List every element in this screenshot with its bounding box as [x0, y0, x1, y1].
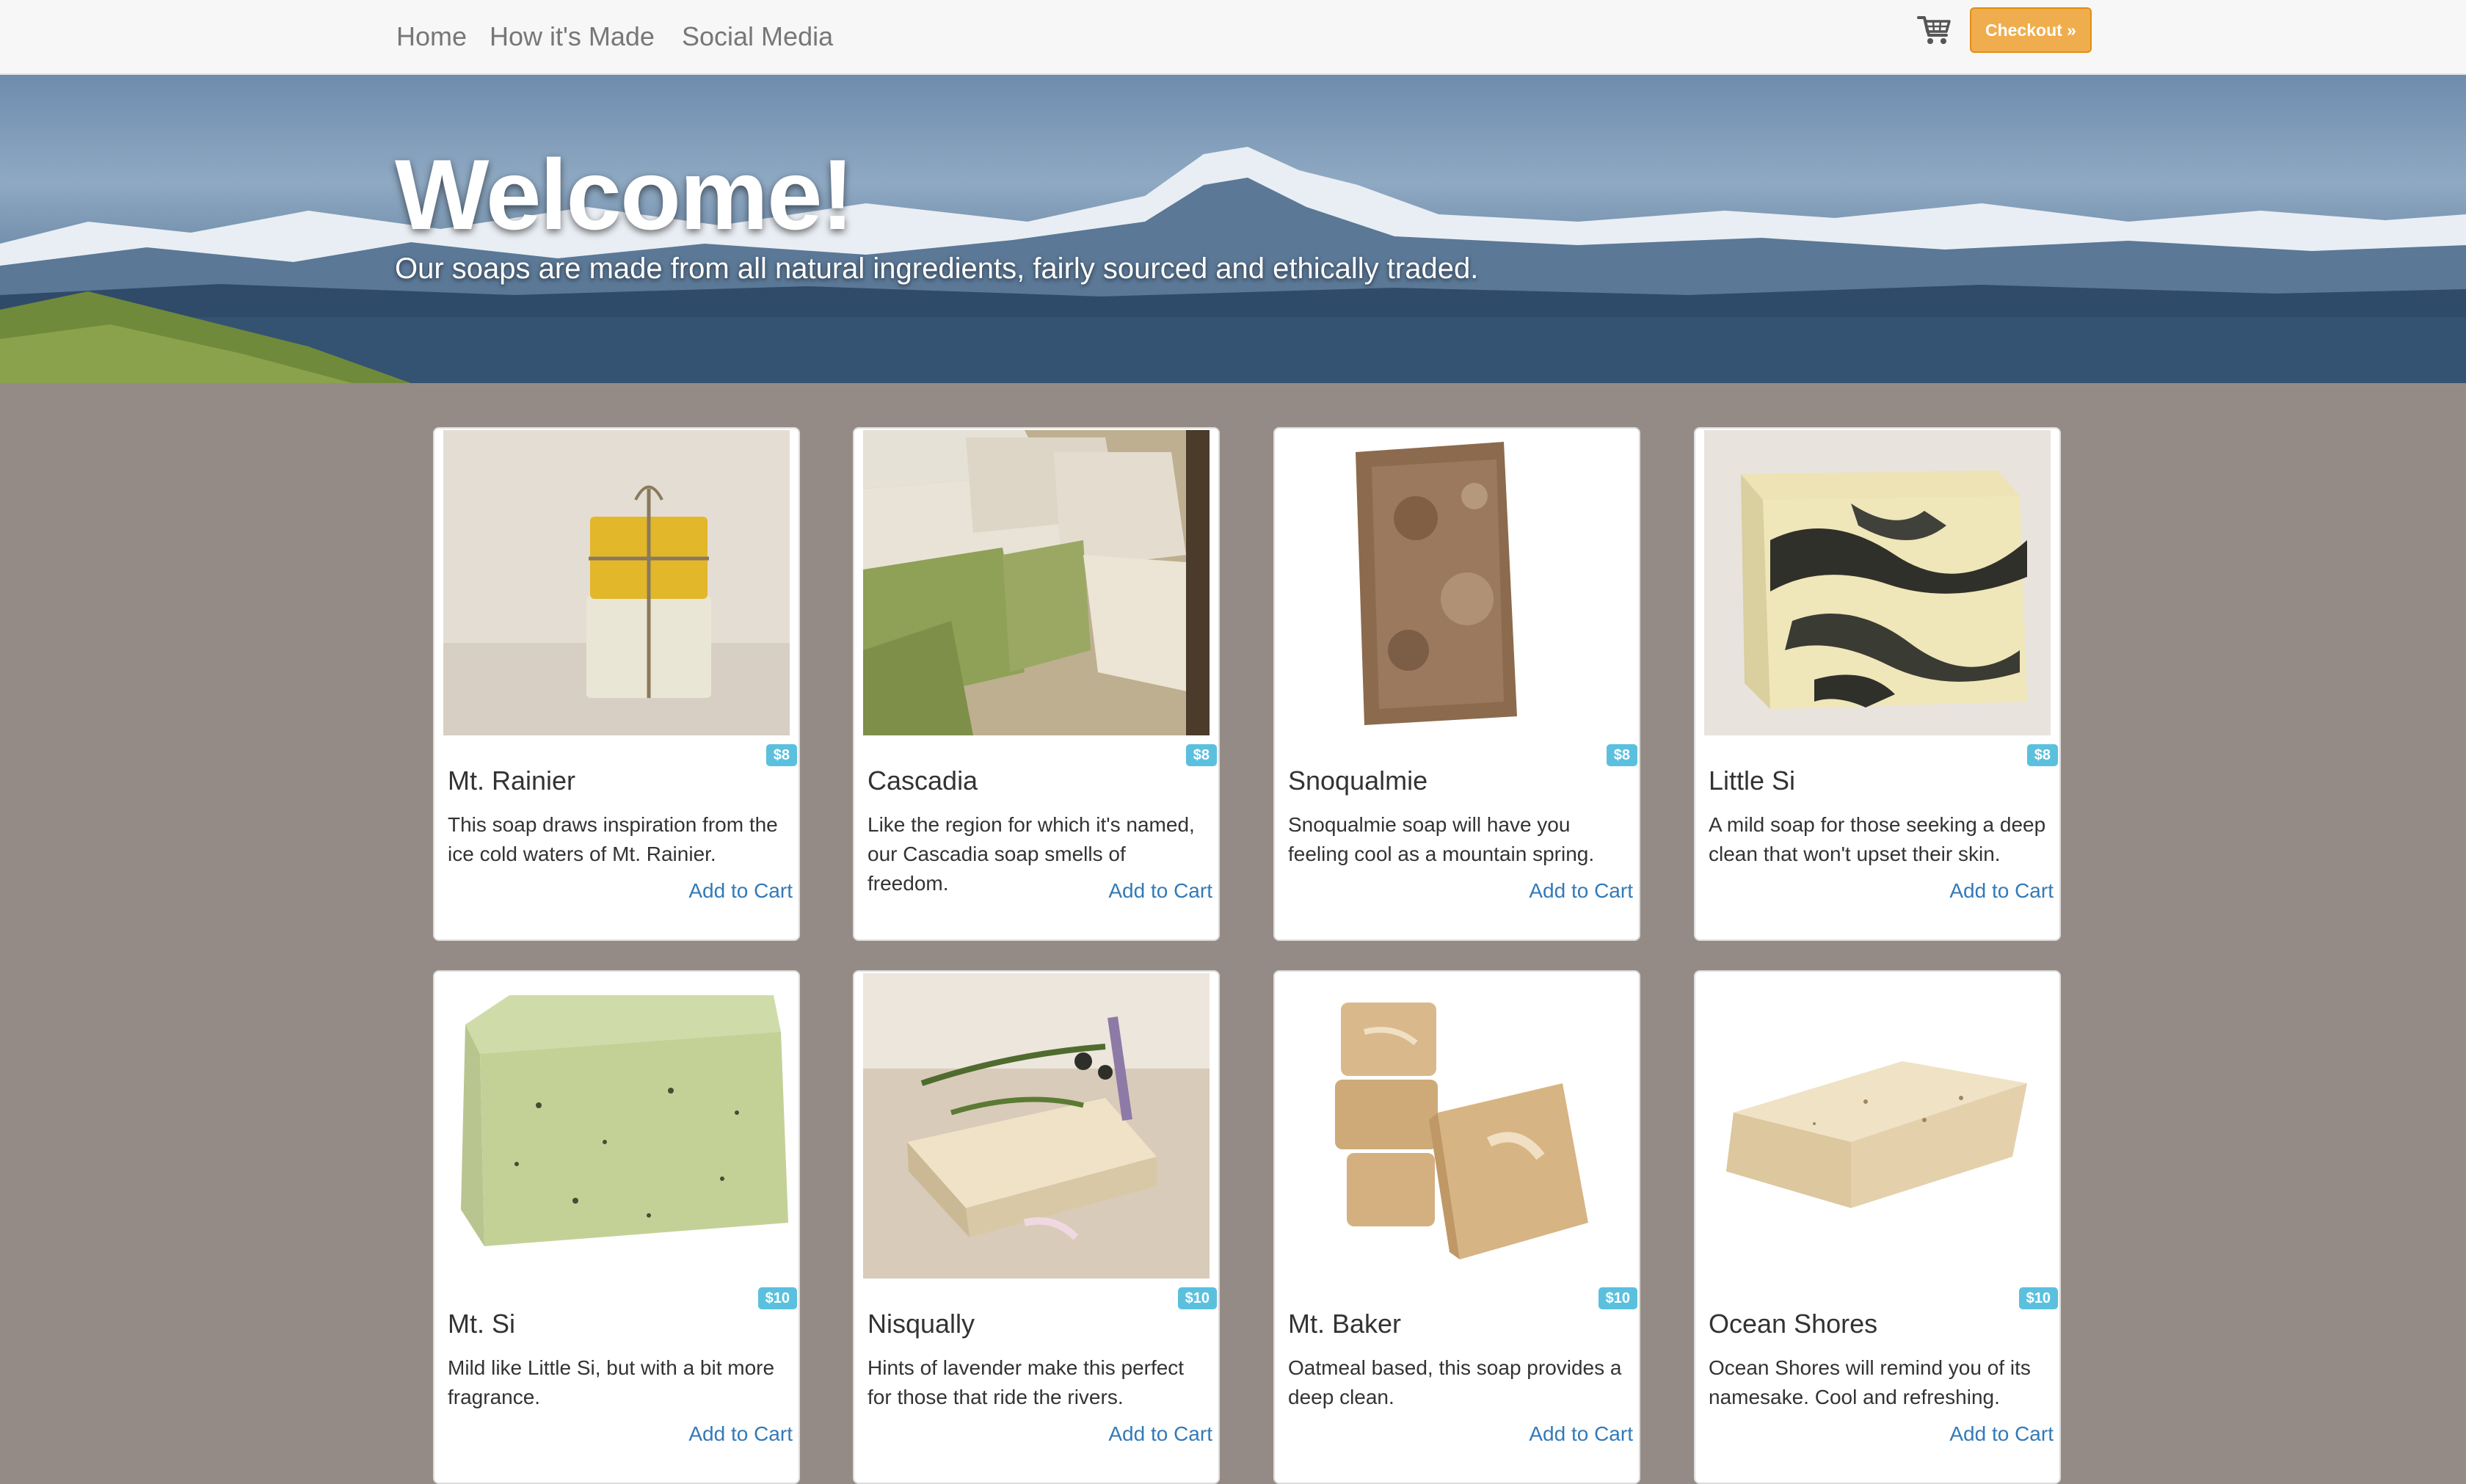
product-image [863, 973, 1210, 1279]
product-image [1284, 430, 1630, 735]
mountain-landscape-image [0, 147, 2466, 383]
hero-subtitle: Our soaps are made from all natural ingr… [395, 252, 1479, 285]
product-image [1704, 430, 2051, 735]
product-card-mt-si: $10 Mt. Si Mild like Little Si, but with… [433, 970, 800, 1484]
product-title: Cascadia [868, 765, 978, 796]
add-to-cart-link[interactable]: Add to Cart [1108, 1419, 1212, 1449]
add-to-cart-link[interactable]: Add to Cart [1529, 1419, 1633, 1449]
nav-link-social-media[interactable]: Social Media [682, 21, 833, 53]
product-title: Ocean Shores [1709, 1309, 1878, 1339]
product-image [1704, 973, 2051, 1279]
hero-banner: Welcome! Our soaps are made from all nat… [0, 75, 2466, 383]
product-card-snoqualmie: $8 Snoqualmie Snoqualmie soap will have … [1273, 427, 1640, 941]
price-badge: $10 [757, 1287, 797, 1309]
product-description: This soap draws inspiration from the ice… [448, 813, 778, 865]
product-title: Little Si [1709, 765, 1796, 796]
product-image [863, 430, 1210, 735]
price-badge: $8 [1606, 744, 1637, 766]
price-badge: $10 [2018, 1287, 2058, 1309]
price-badge: $10 [1598, 1287, 1637, 1309]
product-image [1284, 973, 1630, 1279]
price-badge: $10 [1177, 1287, 1217, 1309]
product-description: Hints of lavender make this perfect for … [868, 1356, 1185, 1408]
product-title: Nisqually [868, 1309, 975, 1339]
add-to-cart-link[interactable]: Add to Cart [1949, 1419, 2054, 1449]
shopping-cart-icon[interactable] [1916, 10, 1954, 48]
product-image [443, 430, 790, 735]
add-to-cart-link[interactable]: Add to Cart [1949, 876, 2054, 906]
product-title: Mt. Rainier [448, 765, 576, 796]
add-to-cart-link[interactable]: Add to Cart [688, 1419, 793, 1449]
nav-link-how-its-made[interactable]: How it's Made [490, 21, 655, 53]
price-badge: $8 [2026, 744, 2058, 766]
nav-link-home[interactable]: Home [396, 21, 467, 53]
product-card-mt-rainier: $8 Mt. Rainier This soap draws inspirati… [433, 427, 800, 941]
product-description: Oatmeal based, this soap provides a deep… [1288, 1356, 1622, 1408]
product-title: Snoqualmie [1288, 765, 1428, 796]
product-description: A mild soap for those seeking a deep cle… [1709, 813, 2046, 865]
product-card-nisqually: $10 Nisqually Hints of lavender make thi… [853, 970, 1220, 1484]
product-title: Mt. Baker [1288, 1309, 1402, 1339]
product-title: Mt. Si [448, 1309, 516, 1339]
add-to-cart-link[interactable]: Add to Cart [1529, 876, 1633, 906]
product-card-mt-baker: $10 Mt. Baker Oatmeal based, this soap p… [1273, 970, 1640, 1484]
navbar: Home How it's Made Social Media Checkout… [0, 0, 2466, 75]
product-card-little-si: $8 Little Si A mild soap for those seeki… [1694, 427, 2061, 941]
product-image [443, 973, 790, 1279]
product-description: Ocean Shores will remind you of its name… [1709, 1356, 2031, 1408]
checkout-button[interactable]: Checkout » [1970, 7, 2092, 53]
product-card-ocean-shores: $10 Ocean Shores Ocean Shores will remin… [1694, 970, 2061, 1484]
add-to-cart-link[interactable]: Add to Cart [688, 876, 793, 906]
add-to-cart-link[interactable]: Add to Cart [1108, 876, 1212, 906]
price-badge: $8 [765, 744, 797, 766]
hero-title: Welcome! [395, 139, 854, 250]
product-card-cascadia: $8 Cascadia Like the region for which it… [853, 427, 1220, 941]
product-description: Mild like Little Si, but with a bit more… [448, 1356, 775, 1408]
price-badge: $8 [1185, 744, 1217, 766]
product-description: Snoqualmie soap will have you feeling co… [1288, 813, 1595, 865]
